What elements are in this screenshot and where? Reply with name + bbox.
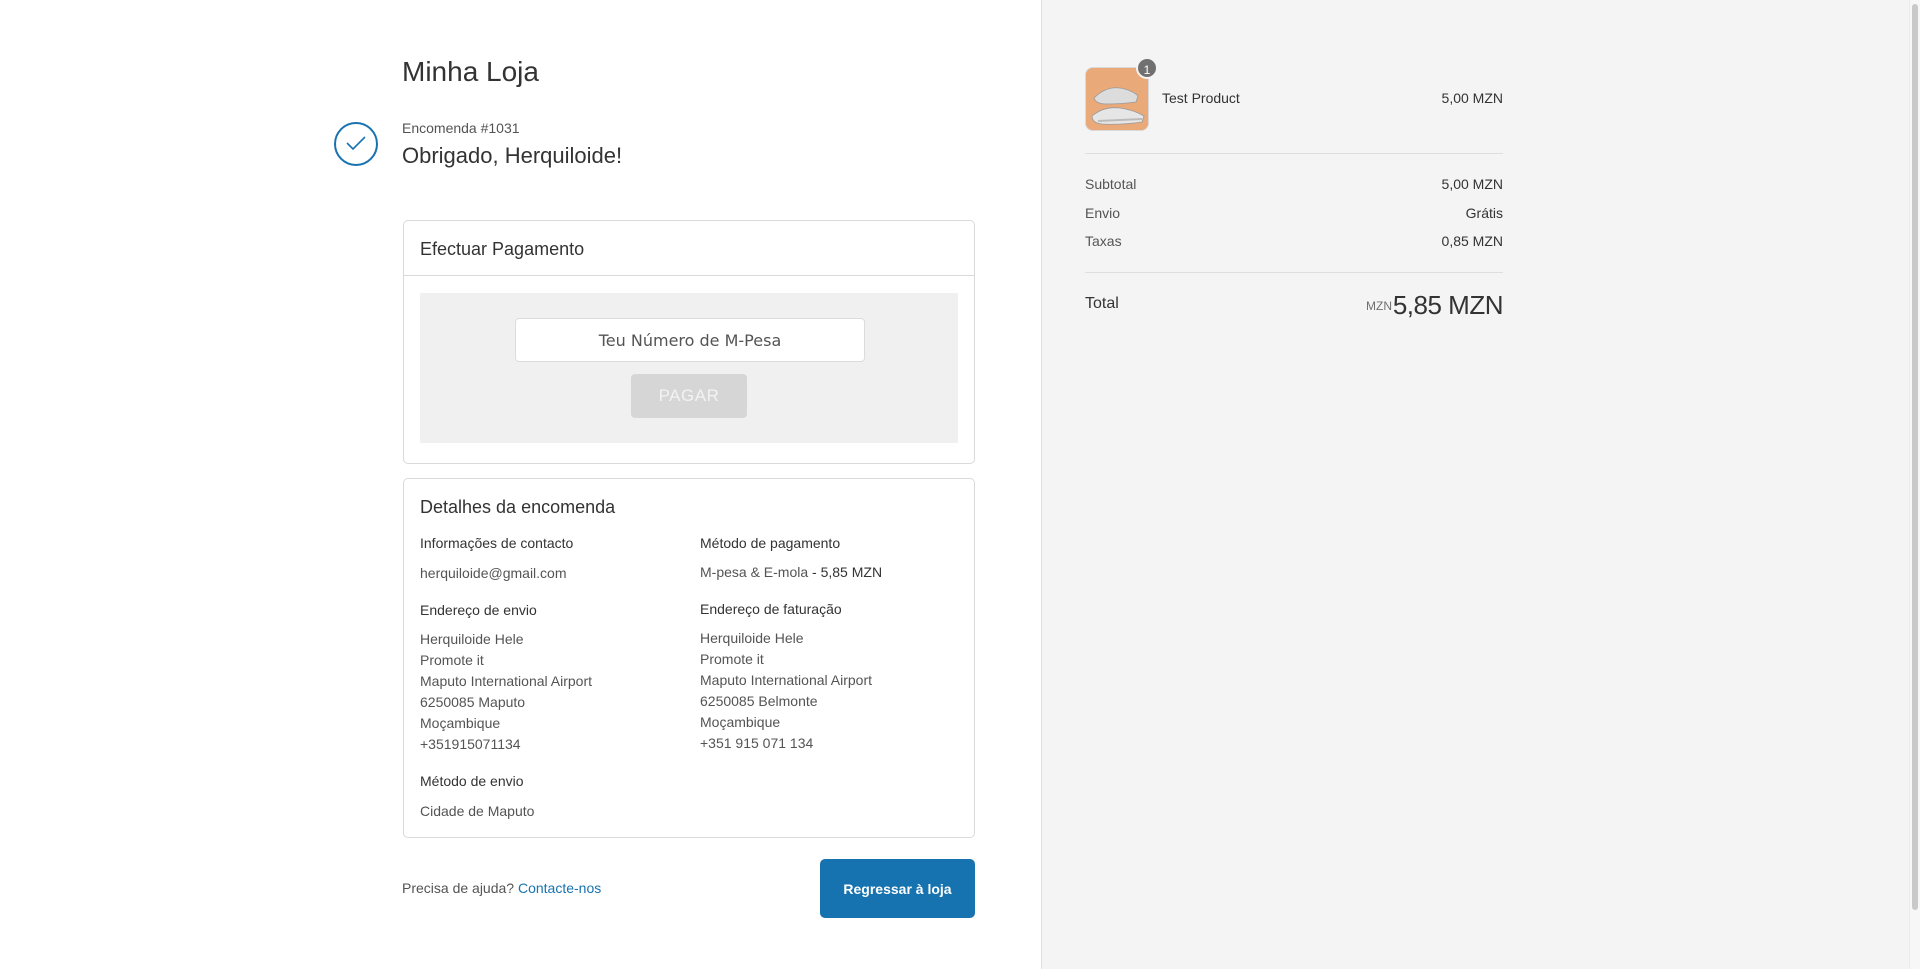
billing-address-line: Herquiloide Hele (700, 630, 804, 646)
payment-method-label: Método de pagamento (700, 535, 841, 551)
payment-method-name: M-pesa & E-mola (700, 564, 809, 580)
mpesa-payment-panel: PAGAR (420, 293, 958, 443)
summary-divider (1085, 153, 1503, 154)
thank-you-heading: Obrigado, Herquiloide! (402, 143, 623, 168)
return-to-store-button[interactable]: Regressar à loja (820, 859, 975, 918)
store-name[interactable]: Minha Loja (402, 56, 539, 88)
taxes-label: Taxas (1085, 233, 1122, 249)
shipping-address-line: Moçambique (420, 715, 501, 731)
help-label: Precisa de ajuda? (402, 880, 515, 896)
taxes-value: 0,85 MZN (1441, 233, 1503, 249)
billing-address-label: Endereço de faturação (700, 601, 842, 617)
product-price: 5,00 MZN (1441, 90, 1503, 106)
scrollbar-thumb[interactable] (1912, 4, 1918, 910)
payment-method: M-pesa & E-mola - 5,85 MZN (700, 562, 960, 583)
shipping-address: Herquiloide Hele Promote it Maputo Inter… (420, 629, 690, 755)
order-number: Encomenda #1031 (402, 120, 520, 136)
payment-method-section: Método de pagamento M-pesa & E-mola - 5,… (700, 535, 960, 583)
order-details-box: Detalhes da encomenda Informações de con… (403, 478, 975, 838)
pay-button[interactable]: PAGAR (631, 374, 747, 418)
order-confirmed-icon (334, 122, 378, 166)
order-details-title: Detalhes da encomenda (420, 497, 616, 517)
product-name: Test Product (1162, 90, 1240, 106)
shipping-address-label: Endereço de envio (420, 602, 537, 618)
payment-title: Efectuar Pagamento (420, 239, 585, 259)
summary-divider (1085, 272, 1503, 273)
total-currency: MZN (1366, 299, 1392, 313)
shipping-address-line: Maputo International Airport (420, 673, 592, 689)
contact-email: herquiloide@gmail.com (420, 565, 567, 581)
contact-info-label: Informações de contacto (420, 535, 574, 551)
billing-address-line: Maputo International Airport (700, 672, 872, 688)
billing-address-section: Endereço de faturação Herquiloide Hele P… (700, 601, 960, 754)
scrollbar[interactable] (1909, 0, 1920, 969)
shipping-value: Grátis (1465, 205, 1503, 221)
shipping-address-line: Promote it (420, 652, 484, 668)
main-content: Minha Loja Encomenda #1031 Obrigado, Her… (0, 0, 1041, 969)
shipping-method: Cidade de Maputo (420, 803, 535, 819)
details-left-column: Informações de contacto herquiloide@gmai… (420, 535, 690, 840)
shipping-method-section: Método de envio Cidade de Maputo (420, 773, 690, 822)
quantity-badge: 1 (1136, 57, 1158, 79)
contact-us-link[interactable]: Contacte-nos (518, 880, 601, 896)
payment-box: Efectuar Pagamento PAGAR (403, 220, 975, 464)
order-summary-sidebar (1041, 0, 1909, 969)
help-text: Precisa de ajuda? Contacte-nos (402, 880, 601, 896)
details-right-column: Método de pagamento M-pesa & E-mola - 5,… (700, 535, 960, 772)
total-value: 5,85 MZN (1392, 290, 1504, 320)
shipping-method-label: Método de envio (420, 773, 524, 789)
subtotal-label: Subtotal (1085, 176, 1137, 192)
shipping-address-line: 6250085 Maputo (420, 694, 526, 710)
total-label: Total (1085, 295, 1119, 312)
subtotal-value: 5,00 MZN (1441, 176, 1503, 192)
billing-address-line: Promote it (700, 651, 764, 667)
billing-address-line: Moçambique (700, 714, 781, 730)
shipping-address-line: Herquiloide Hele (420, 631, 524, 647)
billing-address: Herquiloide Hele Promote it Maputo Inter… (700, 628, 960, 754)
mpesa-number-input[interactable] (515, 318, 865, 362)
billing-address-line: +351 915 071 134 (700, 735, 814, 751)
shipping-label: Envio (1085, 205, 1121, 221)
billing-address-line: 6250085 Belmonte (700, 693, 818, 709)
payment-method-amount: - 5,85 MZN (808, 564, 883, 580)
contact-info-section: Informações de contacto herquiloide@gmai… (420, 535, 690, 584)
shipping-address-section: Endereço de envio Herquiloide Hele Promo… (420, 602, 690, 755)
payment-box-header: Efectuar Pagamento (404, 221, 974, 276)
shipping-address-line: +351915071134 (420, 736, 521, 752)
